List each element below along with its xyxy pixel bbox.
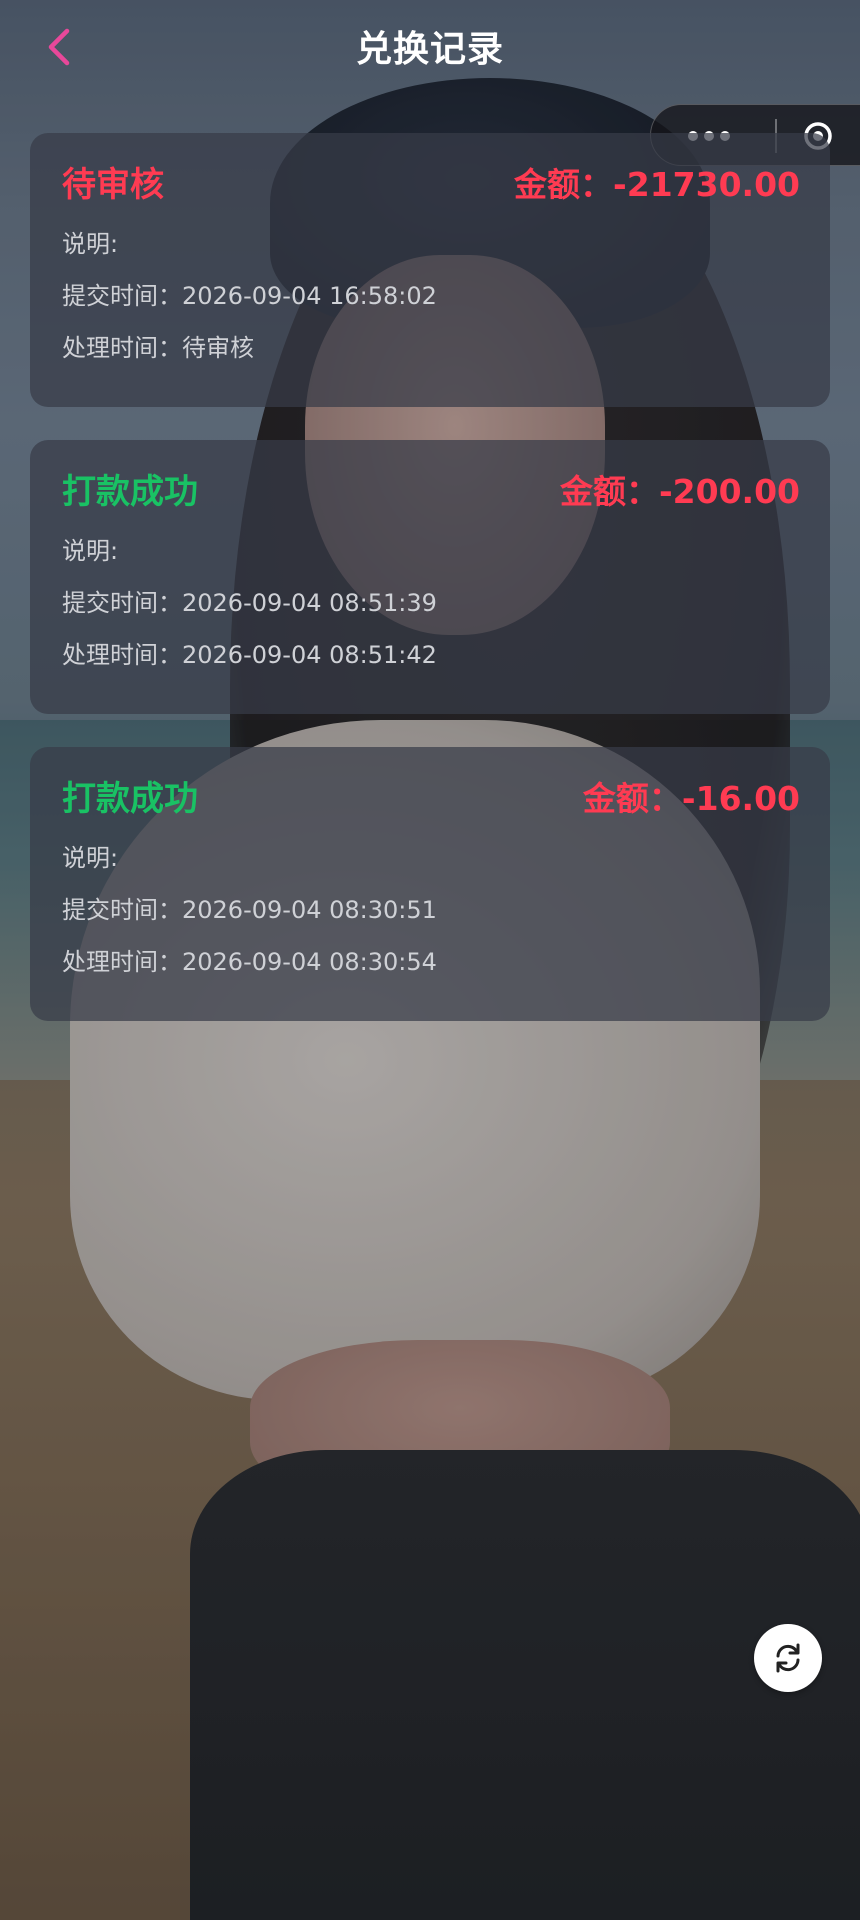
record-card: 待审核 金额：-21730.00 说明: 提交时间：2026-09-04 16:…: [30, 133, 830, 407]
submit-time-label: 提交时间：: [62, 282, 182, 310]
amount-label: 金额：: [582, 779, 682, 818]
process-time-label: 处理时间：: [62, 948, 182, 976]
page-title: 兑换记录: [355, 29, 504, 70]
process-time-row: 处理时间：2026-09-04 08:51:42: [62, 640, 798, 670]
refresh-icon: [776, 1643, 800, 1673]
record-amount: 金额：-16.00: [583, 777, 800, 821]
description-row: 说明:: [62, 843, 798, 873]
submit-time-value: 2026-09-04 08:51:39: [182, 589, 437, 617]
record-amount: 金额：-21730.00: [514, 163, 800, 207]
amount-value: -21730.00: [613, 165, 800, 204]
submit-time-row: 提交时间：2026-09-04 08:30:51: [62, 895, 798, 925]
process-time-value: 待审核: [182, 334, 254, 362]
amount-label: 金额：: [514, 165, 614, 204]
navigation-bar: 兑换记录: [0, 0, 860, 96]
record-list: 待审核 金额：-21730.00 说明: 提交时间：2026-09-04 16:…: [30, 133, 830, 1054]
process-time-label: 处理时间：: [62, 641, 182, 669]
submit-time-value: 2026-09-04 16:58:02: [182, 282, 437, 310]
process-time-row: 处理时间：待审核: [62, 333, 798, 363]
record-card: 打款成功 金额：-16.00 说明: 提交时间：2026-09-04 08:30…: [30, 747, 830, 1021]
description-label: 说明:: [62, 230, 119, 258]
amount-value: -200.00: [658, 472, 800, 511]
description-row: 说明:: [62, 229, 798, 259]
process-time-label: 处理时间：: [62, 334, 182, 362]
amount-value: -16.00: [681, 779, 800, 818]
record-amount: 金额：-200.00: [560, 470, 800, 514]
process-time-value: 2026-09-04 08:30:54: [182, 948, 437, 976]
submit-time-row: 提交时间：2026-09-04 16:58:02: [62, 281, 798, 311]
submit-time-label: 提交时间：: [62, 896, 182, 924]
refresh-button[interactable]: [754, 1624, 822, 1692]
description-row: 说明:: [62, 536, 798, 566]
process-time-value: 2026-09-04 08:51:42: [182, 641, 437, 669]
description-label: 说明:: [62, 844, 119, 872]
description-label: 说明:: [62, 537, 119, 565]
record-card: 打款成功 金额：-200.00 说明: 提交时间：2026-09-04 08:5…: [30, 440, 830, 714]
process-time-row: 处理时间：2026-09-04 08:30:54: [62, 947, 798, 977]
submit-time-value: 2026-09-04 08:30:51: [182, 896, 437, 924]
submit-time-label: 提交时间：: [62, 589, 182, 617]
amount-label: 金额：: [559, 472, 659, 511]
submit-time-row: 提交时间：2026-09-04 08:51:39: [62, 588, 798, 618]
